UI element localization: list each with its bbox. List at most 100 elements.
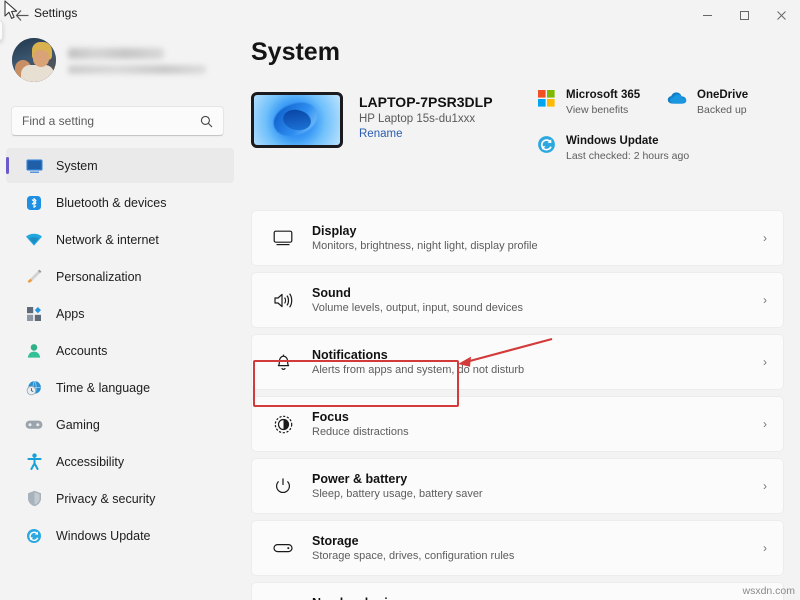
sidebar-item-accounts[interactable]: Accounts: [6, 333, 234, 368]
settings-row-subtitle: Reduce distractions: [312, 425, 763, 440]
back-arrow-icon: [15, 9, 30, 22]
back-tooltip: ck: [0, 20, 3, 41]
bell-icon: [270, 353, 296, 371]
paintbrush-icon: [22, 268, 46, 285]
sidebar-item-label: Accounts: [56, 344, 107, 358]
watermark: wsxdn.com: [742, 585, 795, 597]
focus-icon: [270, 415, 296, 434]
clock-globe-icon: [22, 380, 46, 396]
sidebar-item-bluetooth-devices[interactable]: Bluetooth & devices: [6, 185, 234, 220]
sidebar-item-label: Personalization: [56, 270, 141, 284]
quick-link-microsoft-365[interactable]: Microsoft 365 View benefits: [535, 85, 666, 117]
account-email-redacted: [68, 65, 206, 74]
page-title: System: [251, 38, 340, 67]
storage-icon: [270, 542, 296, 554]
settings-list: Display Monitors, brightness, night ligh…: [251, 210, 784, 600]
update-icon: [535, 133, 557, 155]
monitor-icon: [270, 230, 296, 246]
close-icon: [776, 10, 787, 21]
settings-row-text: Notifications Alerts from apps and syste…: [312, 347, 763, 378]
power-icon: [270, 477, 296, 495]
device-image: [251, 92, 343, 148]
sidebar-item-personalization[interactable]: Personalization: [6, 259, 234, 294]
window-title: Settings: [34, 6, 77, 20]
quick-link-subtitle: View benefits: [566, 103, 640, 117]
chevron-right-icon[interactable]: ›: [763, 541, 769, 555]
monitor-icon: [22, 159, 46, 173]
close-button[interactable]: [763, 0, 800, 30]
settings-row-title: Display: [312, 223, 763, 239]
device-info: LAPTOP-7PSR3DLP HP Laptop 15s-du1xxx Ren…: [359, 92, 493, 140]
avatar[interactable]: [12, 38, 56, 82]
minimize-button[interactable]: [689, 0, 726, 30]
sidebar-item-label: Bluetooth & devices: [56, 196, 167, 210]
microsoft-logo-icon: [535, 87, 557, 109]
bluetooth-icon: [22, 195, 46, 211]
sidebar-item-label: Time & language: [56, 381, 150, 395]
search-icon[interactable]: [200, 115, 223, 128]
settings-row-title: Nearby sharing: [312, 595, 763, 600]
sidebar-item-time-language[interactable]: Time & language: [6, 370, 234, 405]
settings-row-sound[interactable]: Sound Volume levels, output, input, soun…: [251, 272, 784, 328]
sidebar-item-label: Apps: [56, 307, 85, 321]
onedrive-cloud-icon: [666, 87, 688, 109]
wifi-icon: [22, 233, 46, 247]
chevron-right-icon[interactable]: ›: [763, 355, 769, 369]
settings-row-subtitle: Alerts from apps and system, do not dist…: [312, 363, 763, 378]
settings-row-display[interactable]: Display Monitors, brightness, night ligh…: [251, 210, 784, 266]
chevron-right-icon[interactable]: ›: [763, 293, 769, 307]
quick-link-windows-update[interactable]: Windows Update Last checked: 2 hours ago: [535, 131, 785, 163]
settings-row-notifications[interactable]: Notifications Alerts from apps and syste…: [251, 334, 784, 390]
quick-link-title: Microsoft 365: [566, 89, 640, 101]
settings-row-subtitle: Storage space, drives, configuration rul…: [312, 549, 763, 564]
sidebar-item-label: Windows Update: [56, 529, 151, 543]
back-button[interactable]: [10, 4, 34, 26]
settings-row-title: Storage: [312, 533, 763, 549]
quick-link-title: Windows Update: [566, 135, 659, 147]
settings-row-text: Sound Volume levels, output, input, soun…: [312, 285, 763, 316]
search-box[interactable]: [11, 106, 224, 136]
device-name: LAPTOP-7PSR3DLP: [359, 94, 493, 110]
settings-row-text: Power & battery Sleep, battery usage, ba…: [312, 471, 763, 502]
sidebar-item-system[interactable]: System: [6, 148, 234, 183]
update-icon: [22, 528, 46, 544]
chevron-right-icon[interactable]: ›: [763, 417, 769, 431]
quick-link-title: OneDrive: [697, 89, 748, 101]
quick-links: Microsoft 365 View benefits OneDrive Bac…: [535, 85, 797, 163]
sidebar-item-privacy-security[interactable]: Privacy & security: [6, 481, 234, 516]
sidebar-item-gaming[interactable]: Gaming: [6, 407, 234, 442]
sidebar-item-label: Gaming: [56, 418, 100, 432]
settings-row-text: Display Monitors, brightness, night ligh…: [312, 223, 763, 254]
sidebar-item-label: Network & internet: [56, 233, 159, 247]
speaker-icon: [270, 292, 296, 309]
shield-icon: [22, 490, 46, 507]
sidebar-item-accessibility[interactable]: Accessibility: [6, 444, 234, 479]
minimize-icon: [702, 10, 713, 21]
sidebar-item-apps[interactable]: Apps: [6, 296, 234, 331]
settings-row-title: Power & battery: [312, 471, 763, 487]
sidebar-item-windows-update[interactable]: Windows Update: [6, 518, 234, 553]
settings-row-power-battery[interactable]: Power & battery Sleep, battery usage, ba…: [251, 458, 784, 514]
chevron-right-icon[interactable]: ›: [763, 479, 769, 493]
settings-row-focus[interactable]: Focus Reduce distractions ›: [251, 396, 784, 452]
search-input[interactable]: [12, 114, 200, 128]
quick-link-text: Windows Update Last checked: 2 hours ago: [566, 131, 689, 163]
quick-link-text: Microsoft 365 View benefits: [566, 85, 640, 117]
settings-row-storage[interactable]: Storage Storage space, drives, configura…: [251, 520, 784, 576]
device-model: HP Laptop 15s-du1xxx: [359, 113, 493, 125]
sidebar-item-label: Privacy & security: [56, 492, 155, 506]
sidebar-item-network-internet[interactable]: Network & internet: [6, 222, 234, 257]
window-controls: [689, 0, 800, 30]
quick-link-onedrive[interactable]: OneDrive Backed up: [666, 85, 797, 117]
sidebar-nav: System Bluetooth & devices: [6, 148, 234, 555]
settings-row-nearby-sharing[interactable]: Nearby sharing Discoverability, received…: [251, 582, 784, 600]
quick-links-row-1: Microsoft 365 View benefits OneDrive Bac…: [535, 85, 797, 117]
account-name-redacted: [68, 48, 164, 59]
rename-link[interactable]: Rename: [359, 128, 493, 140]
maximize-button[interactable]: [726, 0, 763, 30]
sidebar: System Bluetooth & devices: [0, 30, 235, 600]
account-text: [68, 46, 227, 74]
account-header[interactable]: [12, 38, 227, 82]
chevron-right-icon[interactable]: ›: [763, 231, 769, 245]
quick-link-subtitle: Last checked: 2 hours ago: [566, 149, 689, 163]
